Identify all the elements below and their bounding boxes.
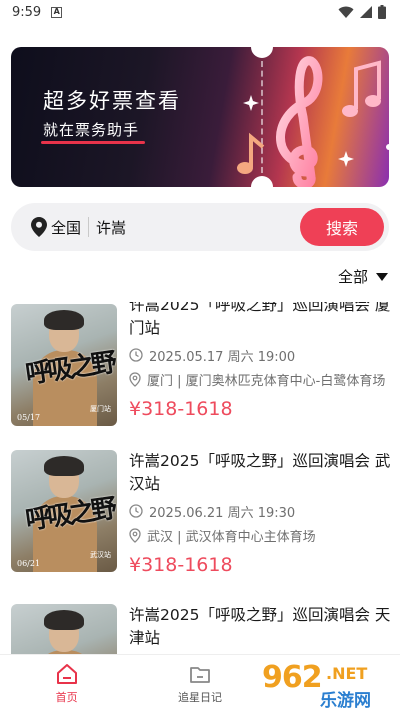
event-time-row: 2025.05.17 周六 19:00 bbox=[129, 346, 391, 365]
nav-home-label: 首页 bbox=[55, 691, 78, 704]
location-pin-icon bbox=[31, 217, 47, 237]
event-datetime: 2025.05.17 周六 19:00 bbox=[149, 349, 296, 365]
banner-underline bbox=[41, 141, 145, 144]
site-watermark: 962 .NET 乐游网 bbox=[262, 660, 398, 711]
poster-calligraphy: 呼吸之野 bbox=[23, 347, 116, 390]
event-venue-row: 武汉 | 武汉体育中心主体育场 bbox=[129, 526, 391, 545]
clock-icon bbox=[129, 504, 143, 518]
event-list: 呼吸之野 05/17 厦门站 许嵩2025「呼吸之野」巡回演唱会 厦门站 202… bbox=[0, 302, 400, 654]
location-outline-icon bbox=[129, 527, 141, 543]
event-price: ¥318-1618 bbox=[129, 398, 233, 420]
event-venue: 厦门 | 厦门奥林匹克体育中心-白鹭体育场 bbox=[147, 373, 386, 389]
event-card[interactable]: 许嵩2025「呼吸之野」巡回演唱会 天津站 bbox=[0, 604, 400, 654]
event-poster: 呼吸之野 06/21 武汉站 bbox=[11, 450, 117, 572]
event-title: 许嵩2025「呼吸之野」巡回演唱会 厦门站 bbox=[129, 302, 391, 337]
event-card[interactable]: 呼吸之野 06/21 武汉站 许嵩2025「呼吸之野」巡回演唱会 武汉站 202… bbox=[0, 450, 400, 576]
event-card[interactable]: 呼吸之野 05/17 厦门站 许嵩2025「呼吸之野」巡回演唱会 厦门站 202… bbox=[0, 302, 400, 428]
search-input[interactable] bbox=[96, 212, 287, 242]
watermark-number: 962 bbox=[262, 660, 323, 695]
poster-figure-hair bbox=[44, 456, 84, 476]
event-info: 许嵩2025「呼吸之野」巡回演唱会 天津站 bbox=[129, 604, 391, 650]
poster-figure-hair bbox=[44, 310, 84, 330]
event-venue-row: 厦门 | 厦门奥林匹克体育中心-白鹭体育场 bbox=[129, 370, 391, 389]
poster-date: 06/21 bbox=[17, 559, 41, 568]
music-notes-illustration bbox=[237, 56, 389, 187]
banner-subtitle: 就在票务助手 bbox=[43, 121, 140, 139]
battery-icon bbox=[378, 5, 386, 19]
notification-icon: A bbox=[51, 6, 63, 18]
event-info: 许嵩2025「呼吸之野」巡回演唱会 厦门站 2025.05.17 周六 19:0… bbox=[129, 302, 391, 420]
status-bar: 9:59 A bbox=[0, 0, 400, 24]
wifi-icon bbox=[338, 6, 354, 18]
filter-dropdown[interactable]: 全部 bbox=[338, 266, 388, 287]
watermark-suffix: .NET bbox=[326, 664, 368, 683]
banner-title: 超多好票查看 bbox=[43, 89, 181, 113]
search-bar: 全国 搜索 bbox=[11, 203, 389, 251]
location-selector[interactable]: 全国 bbox=[11, 203, 81, 251]
event-venue: 武汉 | 武汉体育中心主体育场 bbox=[147, 529, 316, 545]
event-info: 许嵩2025「呼吸之野」巡回演唱会 武汉站 2025.06.21 周六 19:3… bbox=[129, 450, 391, 576]
filter-label: 全部 bbox=[337, 268, 368, 286]
poster-city: 厦门站 bbox=[90, 405, 111, 413]
event-title: 许嵩2025「呼吸之野」巡回演唱会 天津站 bbox=[129, 606, 391, 647]
location-label: 全国 bbox=[51, 218, 82, 237]
status-right bbox=[338, 5, 386, 19]
folder-icon bbox=[190, 667, 210, 683]
event-time-row: 2025.06.21 周六 19:30 bbox=[129, 502, 391, 521]
search-divider bbox=[88, 217, 90, 237]
nav-diary[interactable]: 追星日记 bbox=[133, 655, 266, 712]
event-title: 许嵩2025「呼吸之野」巡回演唱会 武汉站 bbox=[129, 452, 391, 493]
nav-home[interactable]: 首页 bbox=[0, 655, 133, 712]
nav-diary-label: 追星日记 bbox=[177, 691, 222, 704]
poster-calligraphy: 呼吸之野 bbox=[23, 493, 116, 536]
poster-figure-hair bbox=[44, 610, 84, 630]
event-datetime: 2025.06.21 周六 19:30 bbox=[149, 505, 296, 521]
watermark-text: 乐游网 bbox=[320, 691, 371, 711]
cell-signal-icon bbox=[360, 6, 372, 18]
caret-down-icon bbox=[376, 272, 388, 281]
location-outline-icon bbox=[129, 371, 141, 387]
search-button[interactable]: 搜索 bbox=[300, 208, 384, 246]
promo-banner[interactable]: 超多好票查看 就在票务助手 bbox=[11, 47, 389, 187]
home-icon bbox=[56, 664, 77, 684]
poster-date: 05/17 bbox=[17, 413, 41, 422]
event-poster bbox=[11, 604, 117, 654]
status-left: 9:59 A bbox=[12, 4, 63, 20]
event-poster: 呼吸之野 05/17 厦门站 bbox=[11, 304, 117, 426]
clock-icon bbox=[129, 348, 143, 362]
event-price: ¥318-1618 bbox=[129, 554, 233, 576]
poster-city: 武汉站 bbox=[90, 551, 111, 559]
status-time: 9:59 bbox=[12, 4, 42, 20]
